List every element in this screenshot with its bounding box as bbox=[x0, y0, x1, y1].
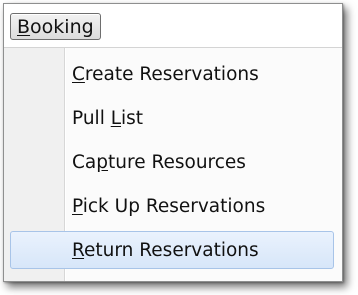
booking-label-rest: ooking bbox=[30, 16, 94, 38]
menu-item-create-reservations[interactable]: Create Reservations bbox=[72, 60, 259, 90]
menu-item-capture-resources[interactable]: Capture Resources bbox=[72, 148, 246, 178]
menu-item-text: eturn Reservations bbox=[84, 240, 259, 261]
menu-item-text: ture Resources bbox=[108, 152, 246, 173]
menu-item-return-reservations[interactable]: Return Reservations bbox=[72, 236, 259, 266]
menu-item-accelerator: C bbox=[72, 64, 85, 85]
menu-item-accelerator: P bbox=[72, 196, 83, 217]
screenshot-frame: Booking Create Reservations Pull List Ca… bbox=[0, 0, 358, 295]
menu-bar: Booking bbox=[4, 4, 342, 48]
menu-item-text: reate Reservations bbox=[84, 64, 259, 85]
menu-item-accelerator: L bbox=[110, 108, 122, 129]
menu-item-accelerator: p bbox=[96, 152, 109, 173]
menu-item-accelerator: R bbox=[72, 240, 85, 261]
menu-item-text: ick Up Reservations bbox=[82, 196, 266, 217]
menu-item-text: Pull bbox=[72, 108, 111, 129]
booking-menu-button[interactable]: Booking bbox=[10, 13, 101, 40]
menu-item-text: ist bbox=[121, 108, 144, 129]
menu-item-pick-up-reservations[interactable]: Pick Up Reservations bbox=[72, 192, 265, 222]
menu-item-text: Ca bbox=[72, 152, 97, 173]
booking-accelerator: B bbox=[17, 16, 31, 38]
menu-item-pull-list[interactable]: Pull List bbox=[72, 104, 143, 134]
